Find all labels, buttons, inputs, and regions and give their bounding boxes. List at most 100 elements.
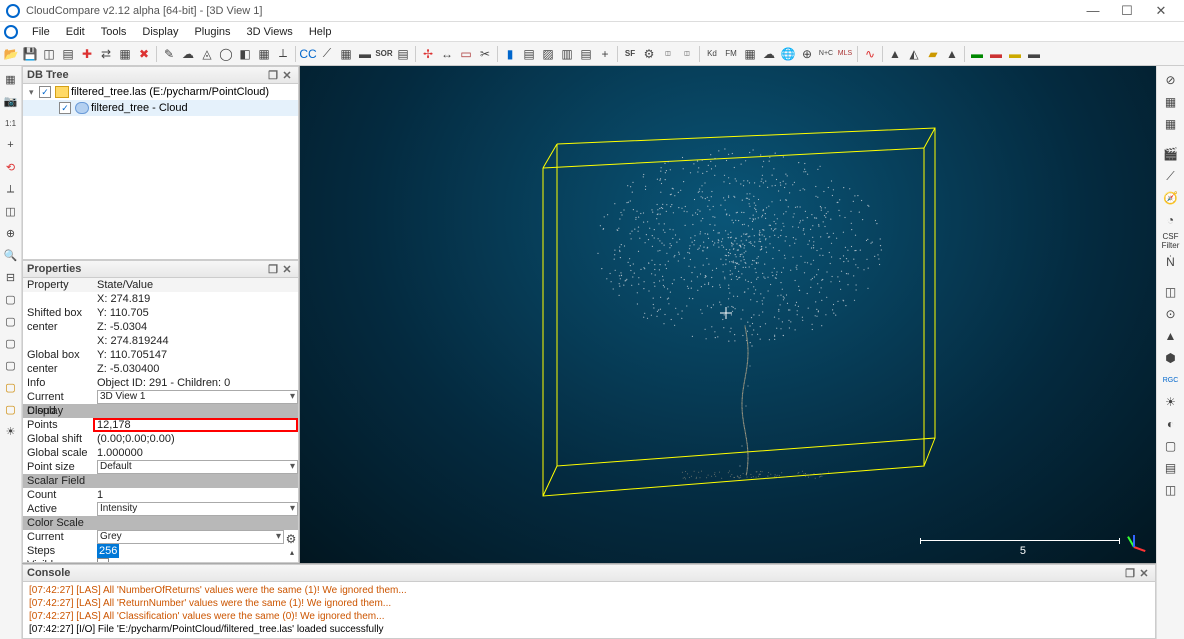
- virtual-icon[interactable]: ◫: [1160, 480, 1182, 500]
- top-icon[interactable]: ▢: [2, 378, 20, 396]
- normals-icon[interactable]: ⟂: [274, 45, 292, 63]
- properties-table[interactable]: Property State/Value X: 274.819 Shifted …: [22, 278, 299, 563]
- anim1-icon[interactable]: ▲: [886, 45, 904, 63]
- console-body[interactable]: [07:42:27] [LAS] All 'NumberOfReturns' v…: [22, 582, 1156, 639]
- point-size-dropdown[interactable]: Default: [97, 460, 298, 474]
- cloud-icon[interactable]: ☁: [179, 45, 197, 63]
- globe-icon[interactable]: 🌐: [779, 45, 797, 63]
- primitive-icon[interactable]: ◯: [217, 45, 235, 63]
- mesh-icon[interactable]: ◬: [198, 45, 216, 63]
- front-icon[interactable]: ▢: [2, 290, 20, 308]
- console-undock-icon[interactable]: ❐: [1123, 567, 1137, 580]
- csf-filter-label[interactable]: CSF Filter: [1157, 232, 1184, 250]
- hpr-icon[interactable]: ⊙: [1160, 304, 1182, 324]
- facets-icon[interactable]: ◫: [1160, 282, 1182, 302]
- current-display-dropdown[interactable]: 3D View 1: [97, 390, 298, 404]
- bottom-icon[interactable]: ▢: [2, 400, 20, 418]
- broom-icon[interactable]: ⟋: [318, 45, 336, 63]
- book-icon[interactable]: ▭: [457, 45, 475, 63]
- palette-icon[interactable]: ▦: [255, 45, 273, 63]
- mls-icon[interactable]: MLS: [836, 45, 854, 63]
- align-icon[interactable]: ◫: [40, 45, 58, 63]
- sra-icon[interactable]: ▤: [1160, 458, 1182, 478]
- fm-icon[interactable]: FM: [722, 45, 740, 63]
- back-icon[interactable]: ▢: [2, 312, 20, 330]
- maximize-button[interactable]: ☐: [1110, 1, 1144, 21]
- magnify-icon[interactable]: 🔍: [2, 246, 20, 264]
- menu-display[interactable]: Display: [134, 26, 186, 38]
- cc-plugin-icon[interactable]: CC: [299, 45, 317, 63]
- console-close-icon[interactable]: ✕: [1137, 567, 1151, 580]
- delete-icon[interactable]: ✖: [135, 45, 153, 63]
- dbtree-close-icon[interactable]: ✕: [280, 69, 294, 82]
- subsample-icon[interactable]: ▦: [116, 45, 134, 63]
- ransac-icon[interactable]: ▢: [1160, 436, 1182, 456]
- zoomout-icon[interactable]: ⊟: [2, 268, 20, 286]
- color4-icon[interactable]: ▬: [1025, 45, 1043, 63]
- translate-icon[interactable]: ↔: [438, 45, 456, 63]
- stitch-icon[interactable]: ⇄: [97, 45, 115, 63]
- camera-icon[interactable]: 📷: [2, 92, 20, 110]
- view-cube-icon[interactable]: ▦: [2, 70, 20, 88]
- surface-icon[interactable]: ◔: [1160, 210, 1182, 230]
- minimize-button[interactable]: —: [1076, 1, 1110, 21]
- plugin1-icon[interactable]: ⊘: [1160, 70, 1182, 90]
- pcv-icon[interactable]: ☀: [1160, 392, 1182, 412]
- menu-3dviews[interactable]: 3D Views: [239, 26, 301, 38]
- trace-icon[interactable]: ∿: [861, 45, 879, 63]
- left-icon[interactable]: ▢: [2, 334, 20, 352]
- grid-icon[interactable]: ▦: [337, 45, 355, 63]
- menu-help[interactable]: Help: [301, 26, 340, 38]
- plugin2-icon[interactable]: ▦: [1160, 92, 1182, 112]
- hough-icon[interactable]: ▲: [1160, 326, 1182, 346]
- cross-icon[interactable]: ✢: [419, 45, 437, 63]
- open-icon[interactable]: 📂: [2, 45, 20, 63]
- plus-icon[interactable]: +: [596, 45, 614, 63]
- histogram-icon[interactable]: ▮: [501, 45, 519, 63]
- earth-icon[interactable]: ⊕: [798, 45, 816, 63]
- tree-child-checkbox[interactable]: ✓: [59, 102, 71, 114]
- save-icon[interactable]: 💾: [21, 45, 39, 63]
- color2-icon[interactable]: ▬: [987, 45, 1005, 63]
- active-sf-dropdown[interactable]: Intensity: [97, 502, 298, 516]
- north-icon[interactable]: Ṅ: [1160, 252, 1182, 272]
- canupo-icon[interactable]: ◫: [659, 45, 677, 63]
- filter-icon[interactable]: ▤: [577, 45, 595, 63]
- props-close-icon[interactable]: ✕: [280, 263, 294, 276]
- tree-root-row[interactable]: ▾ ✓ filtered_tree.las (E:/pycharm/PointC…: [23, 84, 298, 100]
- anim3-icon[interactable]: ▰: [924, 45, 942, 63]
- kd-icon[interactable]: Kd: [703, 45, 721, 63]
- chart2-icon[interactable]: ▥: [558, 45, 576, 63]
- pick-point-icon[interactable]: +: [2, 136, 20, 154]
- plugin3-icon[interactable]: ▦: [1160, 114, 1182, 134]
- color3-icon[interactable]: ▬: [1006, 45, 1024, 63]
- registration-icon[interactable]: ▦: [741, 45, 759, 63]
- isometric-icon[interactable]: ◫: [2, 202, 20, 220]
- console-header[interactable]: Console ❐ ✕: [22, 564, 1156, 582]
- classify-icon[interactable]: ◫: [678, 45, 696, 63]
- scale11-icon[interactable]: 1:1: [2, 114, 20, 132]
- cloud2-icon[interactable]: ☁: [760, 45, 778, 63]
- pick-icon[interactable]: ✎: [160, 45, 178, 63]
- right-icon[interactable]: ▢: [2, 356, 20, 374]
- props-undock-icon[interactable]: ❐: [266, 263, 280, 276]
- rgc-icon[interactable]: RGC: [1160, 370, 1182, 390]
- las-icon[interactable]: ▤: [394, 45, 412, 63]
- anim2-icon[interactable]: ◭: [905, 45, 923, 63]
- tree-expand-icon[interactable]: ▾: [29, 87, 39, 98]
- db-tree[interactable]: ▾ ✓ filtered_tree.las (E:/pycharm/PointC…: [22, 84, 299, 260]
- m3c2-icon[interactable]: ⬢: [1160, 348, 1182, 368]
- nc-icon[interactable]: N+C: [817, 45, 835, 63]
- sample-icon[interactable]: ✚: [78, 45, 96, 63]
- sor-icon[interactable]: SOR: [375, 45, 393, 63]
- steps-input[interactable]: 256: [97, 544, 119, 558]
- segment-icon[interactable]: ✂: [476, 45, 494, 63]
- tree-root-checkbox[interactable]: ✓: [39, 86, 51, 98]
- sf-icon[interactable]: SF: [621, 45, 639, 63]
- menu-tools[interactable]: Tools: [93, 26, 135, 38]
- rotate-icon[interactable]: ⟲: [2, 158, 20, 176]
- chart-icon[interactable]: ▨: [539, 45, 557, 63]
- menu-edit[interactable]: Edit: [58, 26, 93, 38]
- color1-icon[interactable]: ▬: [968, 45, 986, 63]
- colorize-icon[interactable]: ◧: [236, 45, 254, 63]
